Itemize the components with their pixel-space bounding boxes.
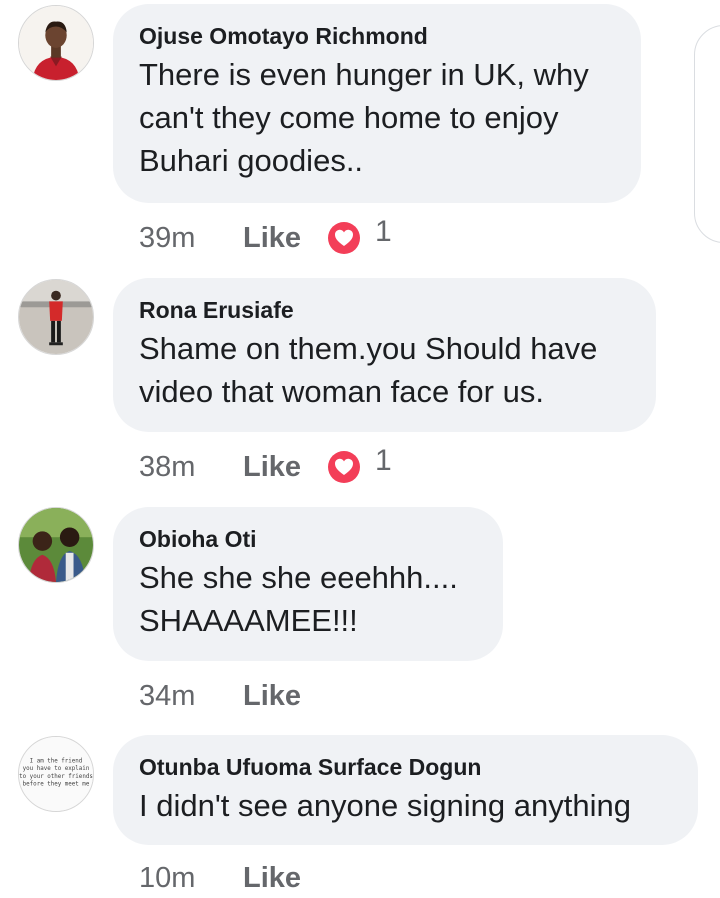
comment-time[interactable]: 10m [139, 862, 243, 895]
like-button[interactable]: Like [243, 680, 301, 713]
avatar-photo: I am the friend you have to explain to y… [19, 737, 93, 811]
avatar[interactable]: I am the friend you have to explain to y… [18, 736, 94, 812]
comment-time[interactable]: 34m [139, 680, 243, 713]
reaction-summary[interactable]: 1 [327, 215, 392, 255]
comment-bubble: Obioha Oti She she she eeehhh.... SHAAAA… [113, 507, 503, 661]
heart-reaction-icon [328, 451, 361, 483]
avatar[interactable] [18, 279, 94, 355]
avatar-photo [19, 6, 93, 80]
comment-meta: 39m Like 1 [139, 215, 392, 258]
avatar-photo [19, 508, 93, 582]
comment-time[interactable]: 39m [139, 222, 243, 255]
comment-meta: 38m Like 1 [139, 444, 392, 487]
avatar[interactable] [18, 5, 94, 81]
avatar-text-line: you have to explain [23, 766, 90, 772]
comment-text: Shame on them.you Should have video that… [139, 331, 598, 409]
reaction-count: 1 [375, 444, 392, 477]
like-button[interactable]: Like [243, 222, 301, 255]
comment-author[interactable]: Otunba Ufuoma Surface Dogun [139, 753, 672, 781]
comment-text: She she she eeehhh.... SHAAAAMEE!!! [139, 560, 458, 638]
comment-bubble: Otunba Ufuoma Surface Dogun I didn't see… [113, 735, 698, 845]
comment-time[interactable]: 38m [139, 451, 243, 484]
side-panel [694, 25, 720, 243]
comment-meta: 34m Like [139, 676, 301, 716]
reaction-summary[interactable]: 1 [327, 444, 392, 484]
comment-text: There is even hunger in UK, why can't th… [139, 57, 589, 178]
like-button[interactable]: Like [243, 862, 301, 895]
like-button[interactable]: Like [243, 451, 301, 484]
avatar-text-line: I am the friend [30, 758, 83, 764]
comment-bubble: Rona Erusiafe Shame on them.you Should h… [113, 278, 656, 432]
comment-meta: 10m Like [139, 858, 301, 898]
comment-author[interactable]: Ojuse Omotayo Richmond [139, 22, 615, 50]
avatar-text-line: before they meet me [23, 782, 90, 788]
comment-bubble: Ojuse Omotayo Richmond There is even hun… [113, 4, 641, 203]
avatar-photo [19, 280, 93, 354]
avatar-text-line: to your other friends [19, 774, 93, 780]
heart-reaction-icon [328, 222, 361, 254]
comment-text: I didn't see anyone signing anything [139, 788, 631, 823]
comment-author[interactable]: Rona Erusiafe [139, 296, 630, 324]
comment-author[interactable]: Obioha Oti [139, 525, 477, 553]
reaction-count: 1 [375, 215, 392, 248]
avatar[interactable] [18, 507, 94, 583]
